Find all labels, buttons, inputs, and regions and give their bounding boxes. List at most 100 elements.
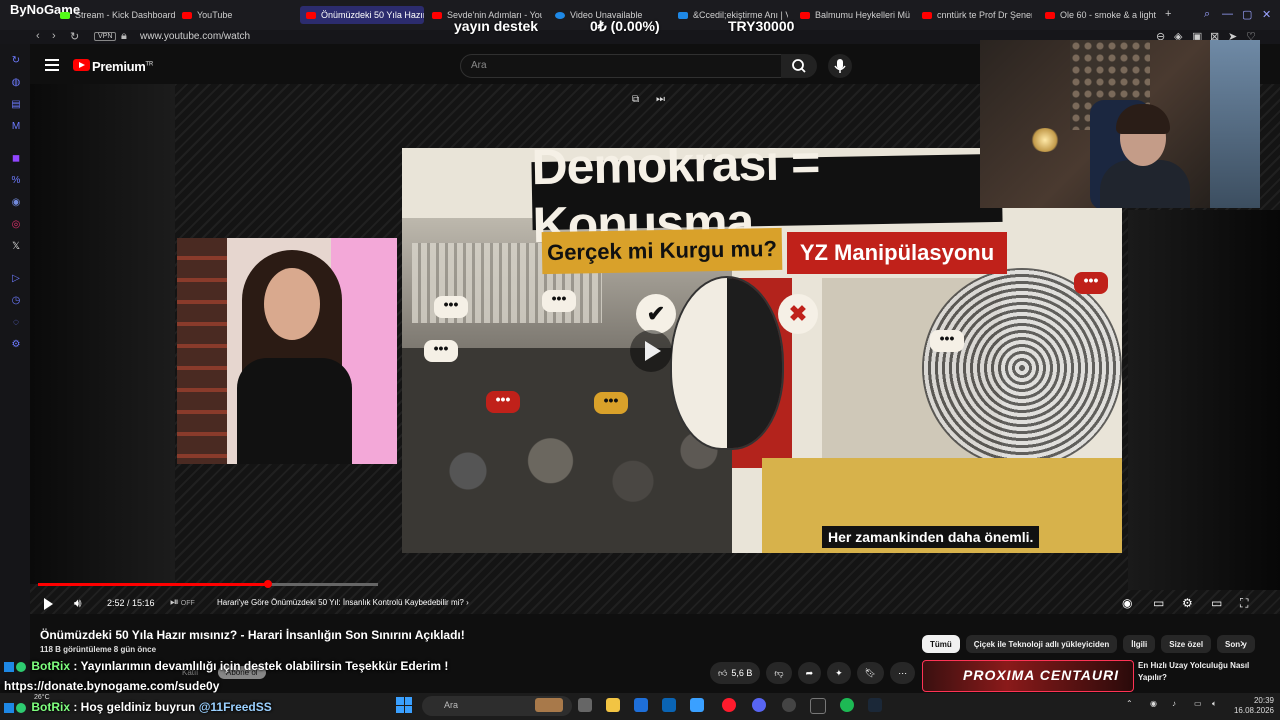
tab-ole60[interactable]: Ole 60 - smoke & a light ( bbox=[1045, 6, 1157, 24]
youtube-logo-icon[interactable] bbox=[73, 59, 90, 71]
video-backdrop-left bbox=[30, 84, 175, 584]
tray-mic-icon[interactable]: ♪ bbox=[1172, 699, 1176, 709]
reload-icon[interactable]: ↻ bbox=[70, 30, 79, 43]
mic-button[interactable] bbox=[828, 54, 852, 78]
play-icon[interactable] bbox=[44, 598, 53, 610]
youtube-icon bbox=[922, 11, 932, 19]
chip-recent[interactable]: Son y bbox=[1217, 635, 1255, 653]
discord-taskbar-icon[interactable] bbox=[752, 698, 766, 712]
tray-app-icon[interactable]: ◉ bbox=[1150, 699, 1157, 709]
presenter-face bbox=[264, 268, 320, 340]
recommended-title[interactable]: En Hızlı Uzay Yolculuğu Nasıl Yapılır? bbox=[1138, 660, 1278, 684]
tab-kick-dashboard[interactable]: Stream - Kick Dashboard bbox=[60, 6, 175, 24]
thumbs-up-icon: 👍︎ bbox=[718, 667, 728, 678]
search-button[interactable] bbox=[781, 54, 817, 78]
twitch-icon[interactable]: ◼ bbox=[10, 153, 22, 165]
youtube-icon bbox=[432, 11, 442, 19]
minimize-icon[interactable]: — bbox=[1222, 8, 1233, 20]
tray-chevron-icon[interactable]: ⌃ bbox=[1126, 699, 1133, 709]
youtube-icon bbox=[1045, 11, 1055, 19]
menu-icon[interactable] bbox=[45, 59, 59, 74]
percent-icon[interactable]: % bbox=[10, 175, 22, 187]
tab-balmumu[interactable]: Balmumu Heykelleri Müze bbox=[800, 6, 910, 24]
clock[interactable]: 20:39 16.08.2026 bbox=[1230, 696, 1274, 716]
save-button[interactable]: 🔖︎ bbox=[856, 662, 885, 684]
miniplayer-icon[interactable]: ⧉ bbox=[632, 94, 639, 105]
steam-icon[interactable] bbox=[868, 698, 882, 712]
more-icon: ⋯ bbox=[898, 667, 908, 678]
tab-youtube[interactable]: YouTube bbox=[182, 6, 292, 24]
mail-icon[interactable]: M bbox=[10, 121, 22, 133]
streamer-hair bbox=[1116, 104, 1170, 134]
store-icon[interactable] bbox=[690, 698, 704, 712]
app-icon[interactable] bbox=[634, 698, 648, 712]
url-field[interactable]: www.youtube.com/watch bbox=[140, 31, 250, 42]
like-button[interactable]: 👍︎ 5,6 B bbox=[710, 662, 761, 684]
lamp bbox=[1030, 128, 1060, 152]
opera-icon[interactable] bbox=[722, 698, 736, 712]
x-icon[interactable]: 𝕏 bbox=[10, 241, 22, 253]
flow-icon[interactable]: ▤ bbox=[10, 99, 22, 111]
search-tabs-icon[interactable]: ⌕ bbox=[1204, 8, 1210, 21]
youtube-premium-logo[interactable]: PremiumTR bbox=[92, 59, 153, 74]
share-button[interactable]: ➦ bbox=[797, 662, 822, 684]
chat-icon[interactable]: ◌ bbox=[10, 317, 22, 329]
aria-icon[interactable]: ◍ bbox=[10, 77, 22, 89]
spotify-icon[interactable] bbox=[840, 698, 854, 712]
close-icon[interactable]: ✕ bbox=[1262, 8, 1271, 21]
new-tab-button[interactable]: + bbox=[1165, 8, 1171, 20]
back-icon[interactable]: ‹ bbox=[36, 30, 40, 42]
maximize-icon[interactable]: ▢ bbox=[1242, 8, 1252, 21]
outlook-icon[interactable] bbox=[662, 698, 676, 712]
speaker-icon[interactable]: 🔈︎ bbox=[1212, 699, 1217, 709]
settings-gear-icon[interactable]: ⚙ bbox=[1182, 596, 1193, 610]
search-highlight-icon[interactable] bbox=[535, 698, 563, 712]
theater-mode-icon[interactable]: ▭ bbox=[1211, 596, 1222, 610]
dislike-button[interactable]: 👎︎ bbox=[766, 662, 792, 684]
pause-toggle-icon[interactable]: ◉ bbox=[1122, 596, 1132, 610]
streamer-webcam bbox=[980, 40, 1260, 208]
check-icon: ✔ bbox=[636, 294, 676, 334]
verified-icon bbox=[16, 702, 26, 713]
fullscreen-icon[interactable]: ⛶ bbox=[1240, 596, 1248, 611]
video-thumbnail[interactable]: Demokrasi = Konuşma Gerçek mi Kurgu mu? … bbox=[402, 148, 1122, 553]
volume-icon[interactable]: 🔊︎ bbox=[74, 596, 82, 611]
instagram-icon[interactable]: ◎ bbox=[10, 219, 22, 231]
refresh-icon[interactable]: ↻ bbox=[10, 55, 22, 67]
vpn-badge[interactable]: VPN bbox=[94, 32, 117, 41]
chat-message: BotRix : Hoş geldiniz buyrun @11FreedSS bbox=[4, 700, 272, 714]
ask-button[interactable]: ✦ bbox=[827, 662, 851, 684]
forward-icon[interactable]: › bbox=[52, 30, 56, 42]
speech-bubble-icon: ••• bbox=[594, 392, 628, 414]
settings-icon[interactable]: ⚙ bbox=[10, 339, 22, 351]
epic-games-icon[interactable] bbox=[810, 698, 826, 714]
history-icon[interactable]: ◷ bbox=[10, 295, 22, 307]
youtube-icon bbox=[306, 11, 316, 19]
tab-cnnturk[interactable]: cnntürk te Prof Dr Şener bbox=[922, 6, 1032, 24]
lock-icon[interactable]: 🔒︎ bbox=[121, 30, 127, 43]
discord-icon[interactable]: ◉ bbox=[10, 197, 22, 209]
chip-related[interactable]: İlgili bbox=[1123, 635, 1156, 653]
chip-all[interactable]: Tümü bbox=[922, 635, 960, 653]
skip-icon[interactable]: ⏭︎ bbox=[656, 94, 665, 105]
chapter-title[interactable]: Harari'ye Göre Önümüzdeki 50 Yıl: İnsanl… bbox=[217, 598, 469, 607]
subtitles-icon[interactable]: ▭ bbox=[1153, 596, 1164, 610]
recommended-thumbnail[interactable]: PROXIMA CENTAURI bbox=[922, 660, 1134, 692]
chip-uploader[interactable]: Çiçek ile Teknoloji adlı yükleyiciden bbox=[965, 635, 1118, 653]
donation-progress: 0₺ (0.00%) bbox=[590, 18, 660, 34]
progress-scrubber[interactable] bbox=[264, 580, 272, 588]
chip-for-you[interactable]: Size özel bbox=[1161, 635, 1212, 653]
task-view-icon[interactable] bbox=[578, 698, 592, 712]
more-button[interactable]: ⋯ bbox=[890, 662, 916, 684]
network-icon[interactable]: ▭ bbox=[1194, 699, 1202, 709]
obs-icon[interactable] bbox=[782, 698, 796, 712]
autoplay-toggle[interactable]: ⏯︎ OFF bbox=[170, 596, 195, 609]
thumbnail-caption: Her zamankinden daha önemli. bbox=[822, 526, 1040, 548]
player-icon[interactable]: ▷ bbox=[10, 273, 22, 285]
tab-active-video[interactable]: Önümüzdeki 50 Yıla Hazır bbox=[300, 6, 424, 24]
play-overlay-icon[interactable] bbox=[630, 330, 672, 372]
search-input[interactable]: Ara bbox=[460, 54, 782, 78]
chips-next-icon[interactable]: › bbox=[1240, 636, 1244, 650]
windows-start-icon[interactable] bbox=[396, 697, 412, 713]
file-explorer-icon[interactable] bbox=[606, 698, 620, 712]
